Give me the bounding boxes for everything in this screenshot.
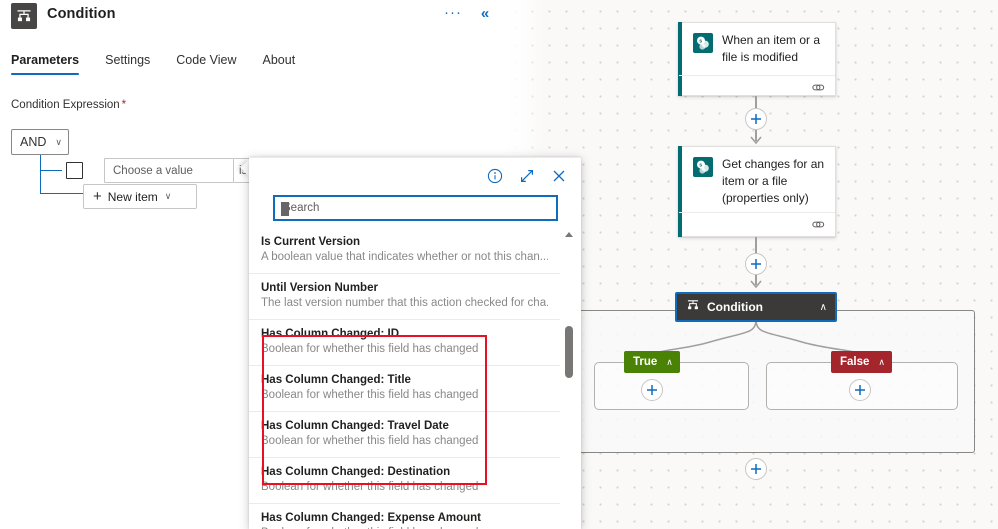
tab-parameters[interactable]: Parameters bbox=[11, 53, 91, 75]
list-item[interactable]: Until Version Number The last version nu… bbox=[249, 274, 560, 320]
panel-tabs: Parameters Settings Code View About bbox=[11, 53, 321, 81]
scroll-up-arrow-icon[interactable] bbox=[565, 232, 573, 237]
app-root: s When an item or a file is modified s G… bbox=[0, 0, 998, 529]
list-item-title: Has Column Changed: Expense Amount bbox=[261, 512, 482, 524]
tree-connector bbox=[40, 193, 85, 194]
add-step-button-true[interactable] bbox=[641, 379, 663, 401]
plus-icon bbox=[751, 464, 761, 474]
condition-expression-label: Condition Expression * bbox=[11, 99, 126, 111]
chevron-up-icon: ∧ bbox=[878, 356, 886, 367]
branch-tab-true[interactable]: True ∧ bbox=[624, 351, 680, 373]
svg-text:s: s bbox=[699, 163, 702, 169]
list-item-title: Is Current Version bbox=[261, 236, 361, 248]
branch-true-label: True bbox=[633, 356, 658, 368]
list-item-title: Has Column Changed: ID bbox=[261, 328, 400, 340]
tree-connector bbox=[40, 170, 41, 194]
new-item-label: New item bbox=[107, 189, 158, 204]
chevron-down-icon: ∨ bbox=[55, 136, 62, 147]
flow-node-title: Get changes for an item or a file (prope… bbox=[722, 157, 825, 205]
flow-node-body: s When an item or a file is modified bbox=[679, 23, 835, 75]
flow-node-condition[interactable]: Condition ∧ bbox=[675, 292, 837, 322]
link-icon[interactable] bbox=[811, 80, 826, 100]
logical-operator-value: AND bbox=[20, 135, 47, 149]
list-item-desc: Boolean for whether this field has chang… bbox=[261, 435, 479, 447]
tab-code-view[interactable]: Code View bbox=[176, 53, 248, 75]
choose-value-placeholder: Choose a value bbox=[113, 164, 193, 177]
svg-text:s: s bbox=[699, 39, 702, 45]
add-step-button-bottom[interactable] bbox=[745, 458, 767, 480]
condition-icon bbox=[686, 298, 700, 317]
text-caret bbox=[281, 202, 289, 216]
chevron-up-icon: ∧ bbox=[819, 301, 827, 313]
list-item[interactable]: Has Column Changed: Title Boolean for wh… bbox=[249, 366, 560, 412]
flow-node-body: s Get changes for an item or a file (pro… bbox=[679, 147, 835, 216]
list-item-desc: Boolean for whether this field has chang… bbox=[261, 481, 479, 493]
add-step-button-1[interactable] bbox=[745, 108, 767, 130]
flow-node-title: When an item or a file is modified bbox=[722, 33, 821, 64]
new-item-button[interactable]: + New item ∨ bbox=[83, 184, 197, 209]
required-marker: * bbox=[121, 99, 127, 111]
list-item-desc: Boolean for whether this field has chang… bbox=[261, 343, 479, 355]
tab-about[interactable]: About bbox=[263, 53, 308, 75]
list-item[interactable]: Is Current Version A boolean value that … bbox=[249, 228, 560, 274]
link-icon[interactable] bbox=[811, 217, 826, 237]
dynamic-content-flyout: Search Is Current Version A boolean valu… bbox=[249, 157, 581, 529]
list-item-title: Has Column Changed: Travel Date bbox=[261, 420, 449, 432]
chevron-up-icon: ∧ bbox=[666, 356, 673, 367]
page-title: Condition bbox=[47, 6, 116, 22]
condition-expression-label-text: Condition Expression bbox=[11, 99, 120, 111]
add-step-button-false[interactable] bbox=[849, 379, 871, 401]
list-item-desc: Boolean for whether this field has chang… bbox=[261, 389, 479, 401]
branch-tab-false[interactable]: False ∧ bbox=[831, 351, 893, 373]
logical-operator-dropdown[interactable]: AND ∨ bbox=[11, 129, 69, 155]
list-item[interactable]: Has Column Changed: Travel Date Boolean … bbox=[249, 412, 560, 458]
edge-arrow-1 bbox=[750, 136, 762, 145]
flow-node-action[interactable]: s Get changes for an item or a file (pro… bbox=[678, 146, 836, 237]
flow-node-footer bbox=[679, 75, 835, 99]
list-item-desc: A boolean value that indicates whether o… bbox=[261, 251, 548, 263]
plus-icon bbox=[751, 114, 761, 124]
more-options-icon[interactable]: ··· bbox=[442, 5, 464, 25]
tree-connector bbox=[40, 155, 41, 171]
edge-arrow-2 bbox=[750, 280, 762, 289]
condition-node-title: Condition bbox=[707, 300, 763, 314]
scrollbar-thumb[interactable] bbox=[565, 326, 573, 378]
dynamic-content-list-inner: Is Current Version A boolean value that … bbox=[249, 228, 560, 529]
list-item[interactable]: Has Column Changed: ID Boolean for wheth… bbox=[249, 320, 560, 366]
flow-node-footer bbox=[679, 212, 835, 236]
list-item-title: Has Column Changed: Destination bbox=[261, 466, 451, 478]
close-icon[interactable] bbox=[545, 163, 573, 189]
collapse-panel-icon[interactable]: « bbox=[474, 4, 496, 24]
info-icon[interactable] bbox=[481, 163, 509, 189]
sharepoint-icon: s bbox=[693, 157, 713, 177]
list-item-title: Until Version Number bbox=[261, 282, 378, 294]
branch-false-label: False bbox=[840, 356, 870, 368]
plus-icon bbox=[855, 385, 865, 395]
condition-icon bbox=[11, 3, 37, 29]
list-item[interactable]: Has Column Changed: Destination Boolean … bbox=[249, 458, 560, 504]
tree-connector bbox=[40, 170, 62, 171]
panel-header: Condition ··· « bbox=[0, 0, 506, 40]
choose-value-input[interactable]: Choose a value bbox=[104, 158, 234, 183]
chevron-down-icon: ∨ bbox=[164, 191, 172, 201]
flow-node-trigger[interactable]: s When an item or a file is modified bbox=[678, 22, 836, 96]
list-item-desc: The last version number that this action… bbox=[261, 297, 548, 309]
plus-icon: + bbox=[93, 188, 102, 205]
list-scrollbar[interactable] bbox=[562, 228, 576, 529]
sharepoint-icon: s bbox=[693, 33, 713, 53]
dynamic-content-list[interactable]: Is Current Version A boolean value that … bbox=[249, 228, 581, 529]
list-item[interactable]: Has Column Changed: Expense Amount Boole… bbox=[249, 504, 560, 529]
tab-settings[interactable]: Settings bbox=[105, 53, 162, 75]
plus-icon bbox=[751, 259, 761, 269]
search-input[interactable]: Search bbox=[273, 195, 558, 221]
add-step-button-2[interactable] bbox=[745, 253, 767, 275]
flyout-header bbox=[249, 158, 581, 194]
list-item-title: Has Column Changed: Title bbox=[261, 374, 411, 386]
plus-icon bbox=[647, 385, 657, 395]
condition-row-checkbox[interactable] bbox=[66, 162, 83, 179]
expand-icon[interactable] bbox=[513, 163, 541, 189]
